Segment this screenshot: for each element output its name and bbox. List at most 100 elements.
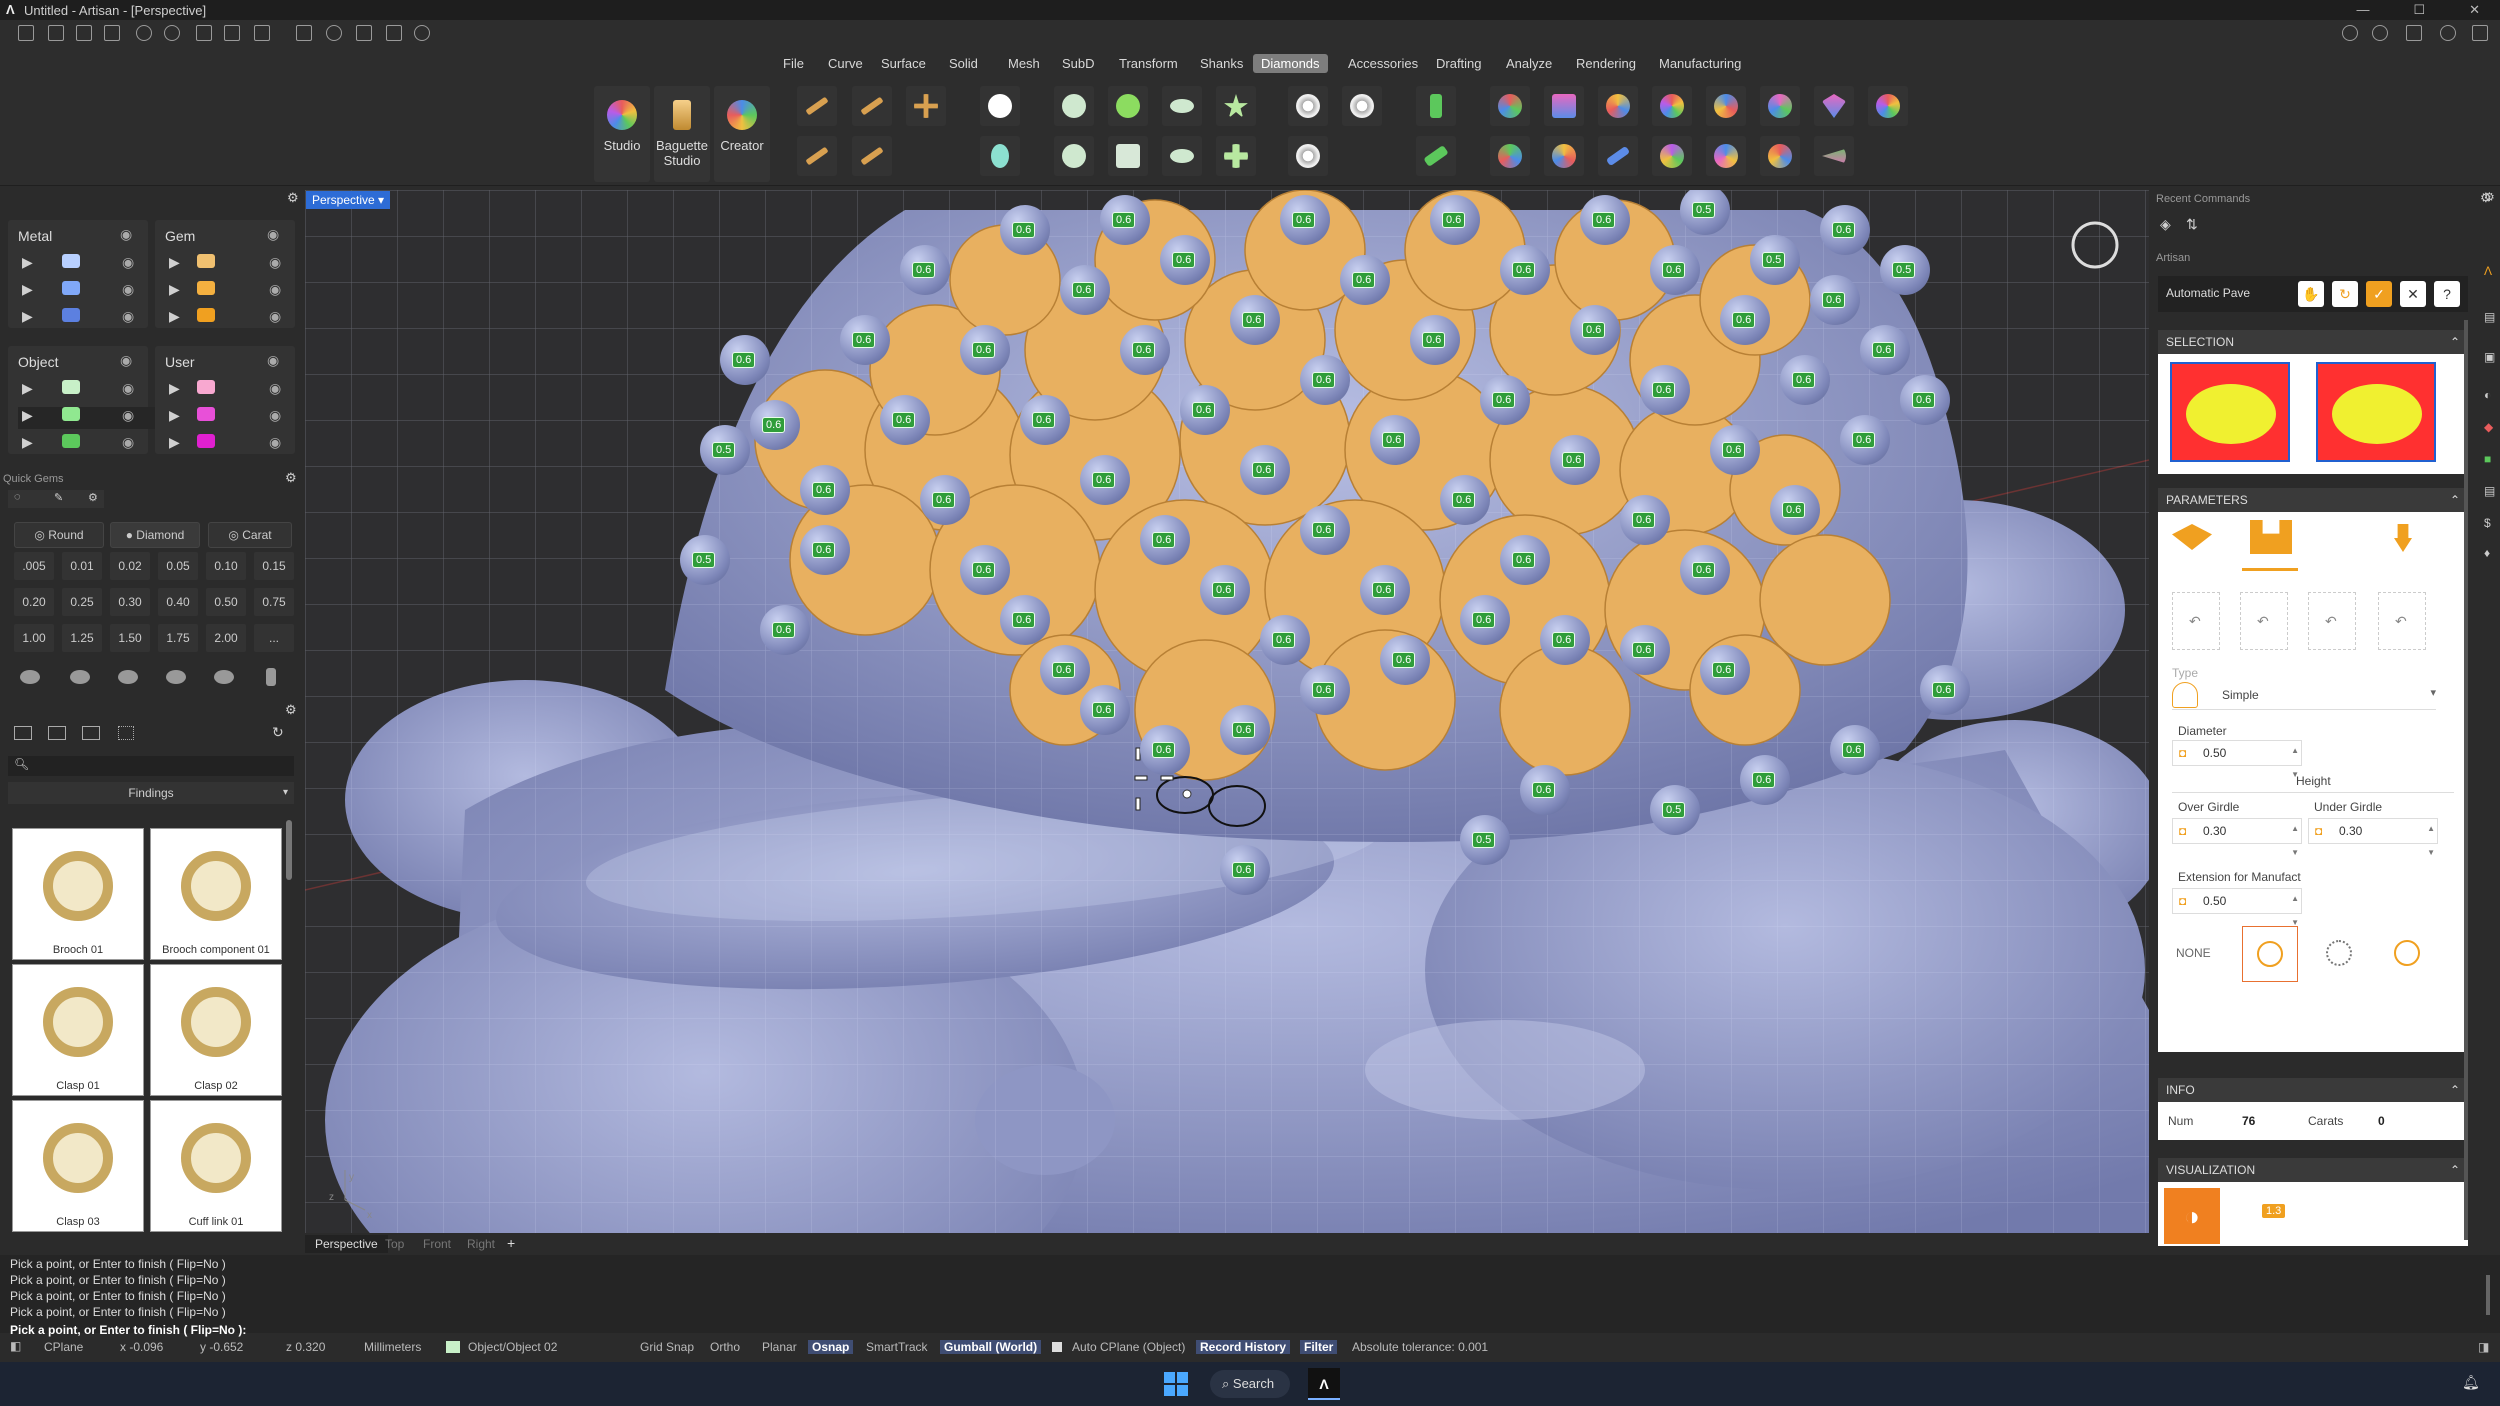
- gem-pair-tool[interactable]: [797, 136, 837, 176]
- material-icon[interactable]: ■: [2484, 452, 2491, 466]
- finding-item[interactable]: Cuff link 01: [150, 1100, 282, 1232]
- selection-section-header[interactable]: SELECTION ⌃: [2158, 330, 2468, 354]
- record-history-toggle[interactable]: Record History: [1196, 1340, 1291, 1354]
- layer-color-swatch[interactable]: [62, 308, 80, 322]
- findings-scrollbar[interactable]: [286, 820, 292, 880]
- object-layer-row[interactable]: ▶ ◉: [18, 407, 158, 429]
- save-small-icon[interactable]: [254, 25, 270, 41]
- gems-along-curve-tool[interactable]: [852, 86, 892, 126]
- smarttrack-toggle[interactable]: SmartTrack: [862, 1340, 932, 1354]
- layer-color-swatch[interactable]: [62, 254, 80, 268]
- panel-toggle-icon[interactable]: ◧: [6, 1339, 25, 1353]
- select-curve-thumb[interactable]: [2316, 362, 2436, 462]
- bezel-setting-tool[interactable]: [1108, 86, 1148, 126]
- gem-size-button[interactable]: 1.50: [110, 624, 150, 652]
- cancel-icon[interactable]: ✕: [2400, 281, 2426, 307]
- open-folder-icon[interactable]: [104, 25, 120, 41]
- pave-cluster-tool[interactable]: [1342, 86, 1382, 126]
- gem-wheel-tool[interactable]: [1706, 86, 1746, 126]
- gem-layer-row[interactable]: ▶ ◉: [165, 254, 305, 276]
- cabochon-cut-icon[interactable]: [214, 670, 234, 684]
- cushion-cut-icon[interactable]: [118, 670, 138, 684]
- layers-icon[interactable]: ◈: [2160, 216, 2171, 233]
- tab-perspective[interactable]: Perspective: [305, 1235, 388, 1253]
- auto-cplane-toggle[interactable]: Auto CPlane (Object): [1068, 1340, 1189, 1354]
- brilliant-cut-icon[interactable]: [20, 670, 40, 684]
- menu-rendering[interactable]: Rendering: [1568, 54, 1644, 73]
- prong-on-curve-tool[interactable]: [1416, 136, 1456, 176]
- finding-item[interactable]: Clasp 01: [12, 964, 144, 1096]
- start-icon[interactable]: [1164, 1372, 1188, 1396]
- properties-icon[interactable]: ⇅: [2186, 216, 2198, 233]
- link-icon[interactable]: [356, 25, 372, 41]
- layer-color-swatch[interactable]: [62, 380, 80, 394]
- user-layer-row[interactable]: ▶ ◉: [165, 434, 305, 450]
- refresh-icon[interactable]: ↻: [272, 724, 284, 741]
- position-option[interactable]: ↶: [2378, 592, 2426, 650]
- gem-color-tool[interactable]: [1652, 86, 1692, 126]
- image-icon[interactable]: [82, 726, 100, 740]
- checkbox-icon[interactable]: [1052, 1342, 1062, 1352]
- gem-analysis-tool[interactable]: [1490, 136, 1530, 176]
- stepper-icon[interactable]: ▲ ▼: [2291, 817, 2299, 865]
- gem-size-button[interactable]: 0.02: [110, 552, 150, 580]
- gem-size-button[interactable]: 0.75: [254, 588, 294, 616]
- user-layer-row[interactable]: ▶ ◉: [165, 407, 305, 429]
- eye-icon[interactable]: ◉: [267, 352, 279, 369]
- gem-layer-row[interactable]: ▶ ◉: [165, 308, 305, 324]
- folder-icon[interactable]: [14, 726, 32, 740]
- planar-toggle[interactable]: Planar: [758, 1340, 801, 1354]
- layer-color-swatch[interactable]: [197, 254, 215, 268]
- select-surface-thumb[interactable]: [2170, 362, 2290, 462]
- diamond-material-button[interactable]: ● Diamond: [110, 522, 200, 548]
- menu-solid[interactable]: Solid: [941, 54, 986, 73]
- vis-size-badge[interactable]: 1.3: [2262, 1204, 2286, 1218]
- units[interactable]: Millimeters: [360, 1340, 425, 1354]
- gem-size-button[interactable]: 0.15: [254, 552, 294, 580]
- gem-shape-tool[interactable]: [1814, 86, 1854, 126]
- finding-item[interactable]: Clasp 02: [150, 964, 282, 1096]
- money-icon[interactable]: $: [2484, 516, 2491, 530]
- layer-color-swatch[interactable]: [197, 281, 215, 295]
- rose-cut-icon[interactable]: [166, 670, 186, 684]
- star-setting-tool[interactable]: [1216, 86, 1256, 126]
- gem-size-button[interactable]: 0.01: [62, 552, 102, 580]
- print-icon[interactable]: [386, 25, 402, 41]
- panel-right-toggle-icon[interactable]: ◨: [2474, 1340, 2493, 1354]
- gem-spectrum-tool[interactable]: [1868, 86, 1908, 126]
- arrangement-option[interactable]: [2380, 926, 2436, 982]
- dish-setting-tool[interactable]: [1162, 136, 1202, 176]
- menu-diamonds[interactable]: Diamonds: [1253, 54, 1328, 73]
- library-settings-icon[interactable]: ⚙: [285, 702, 297, 718]
- right-panel-scrollbar[interactable]: [2464, 320, 2468, 1240]
- undo-icon[interactable]: [136, 25, 152, 41]
- cutter-tool[interactable]: [1490, 86, 1530, 126]
- gem-size-button[interactable]: 1.00: [14, 624, 54, 652]
- settings-icon[interactable]: [414, 25, 430, 41]
- artisan-taskbar-icon[interactable]: Λ: [1308, 1368, 1340, 1400]
- menu-drafting[interactable]: Drafting: [1428, 54, 1490, 73]
- metal-layer-row[interactable]: ▶ ◉: [18, 281, 158, 303]
- stepper-icon[interactable]: ▲ ▼: [2427, 817, 2435, 865]
- gem-size-button[interactable]: 0.10: [206, 552, 246, 580]
- filter-toggle[interactable]: Filter: [1300, 1340, 1338, 1354]
- current-layer[interactable]: Object/Object 02: [464, 1340, 561, 1354]
- plate-setting-tool[interactable]: [1108, 136, 1148, 176]
- menu-surface[interactable]: Surface: [873, 54, 934, 73]
- layer-color-swatch[interactable]: [197, 380, 215, 394]
- left-panel-settings-icon[interactable]: ⚙: [287, 190, 299, 206]
- display-icon[interactable]: ▣: [2484, 350, 2495, 364]
- studio-button[interactable]: Studio: [594, 86, 650, 182]
- stud-icon[interactable]: [266, 668, 276, 686]
- tab-right[interactable]: Right: [467, 1237, 495, 1251]
- prong-setting-tool[interactable]: [1054, 86, 1094, 126]
- findings-category-dropdown[interactable]: Findings ▾: [8, 782, 294, 804]
- layer-color-swatch[interactable]: [62, 407, 80, 421]
- palette-icon[interactable]: ◐: [2484, 388, 2491, 402]
- gem-distance-tool[interactable]: [1544, 136, 1584, 176]
- object-layer-row[interactable]: ▶ ◉: [18, 434, 158, 450]
- gem-report-tool[interactable]: [1760, 86, 1800, 126]
- arrangement-option[interactable]: [2312, 926, 2368, 982]
- save-icon[interactable]: [196, 25, 212, 41]
- gem-param-icon[interactable]: [2172, 524, 2212, 550]
